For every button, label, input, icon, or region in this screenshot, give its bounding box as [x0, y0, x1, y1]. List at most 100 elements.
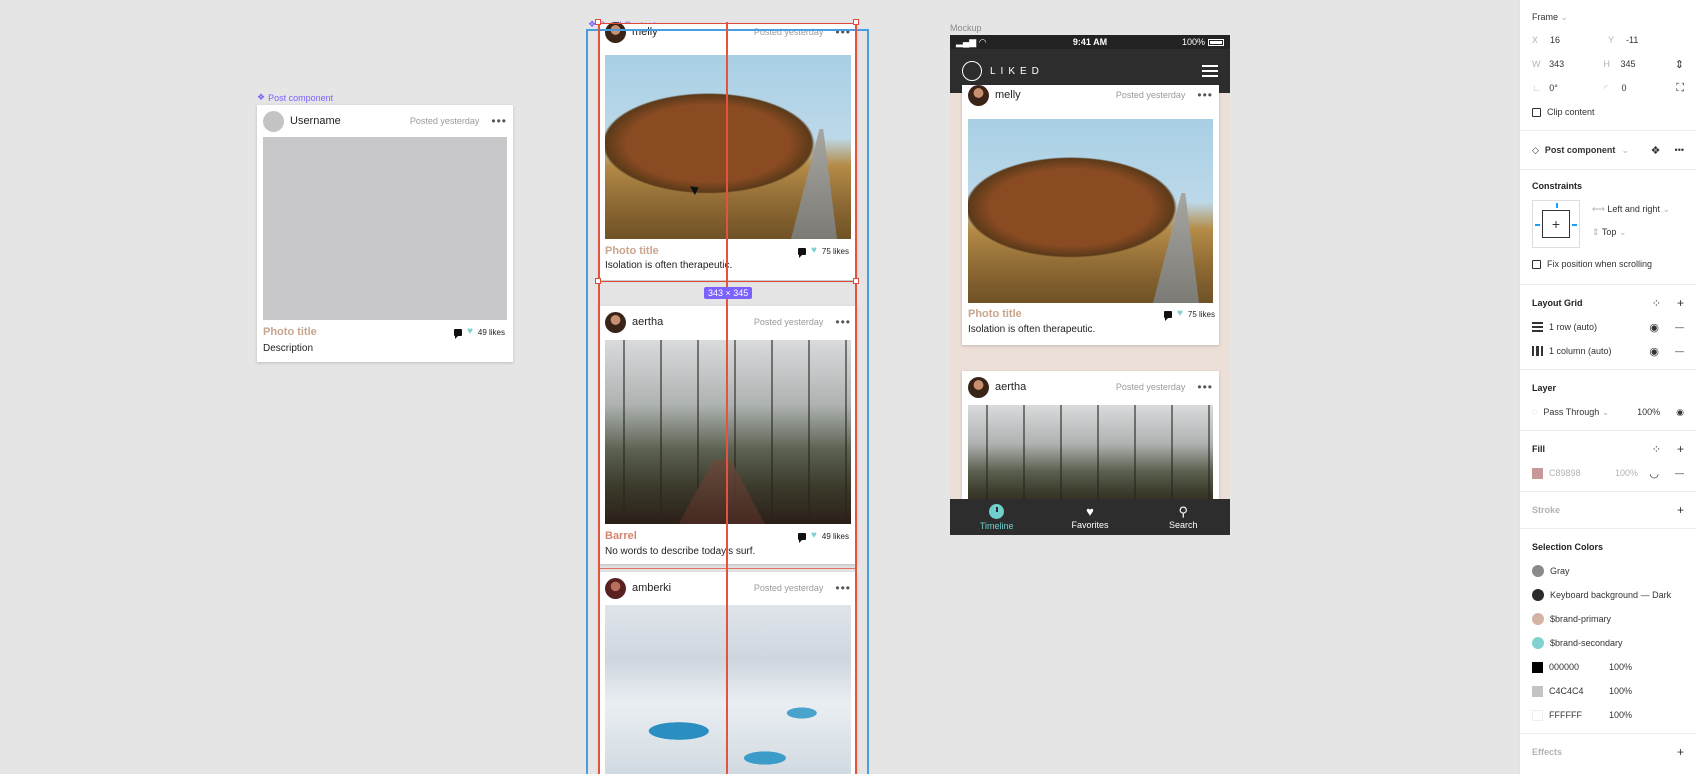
selection-color-item[interactable]: 000000 100%: [1520, 655, 1696, 679]
design-canvas[interactable]: ❖ Post component Username Posted yesterd…: [0, 0, 1519, 774]
component-name[interactable]: Post component: [1545, 145, 1616, 155]
color-swatch[interactable]: [1532, 637, 1544, 649]
layout-grid-section: Layout Grid ⁘ + 1 row (auto) ◉ — 1 colum…: [1520, 285, 1696, 370]
rows-grid-icon[interactable]: [1532, 322, 1543, 332]
menu-icon[interactable]: [1202, 65, 1218, 77]
color-swatch[interactable]: [1532, 565, 1544, 577]
tab-timeline[interactable]: Timeline: [950, 499, 1043, 535]
fill-styles-icon[interactable]: ⁘: [1652, 443, 1661, 456]
selection-color-item[interactable]: C4C4C4 100%: [1520, 679, 1696, 703]
post-component-label[interactable]: ❖ Post component: [257, 92, 333, 103]
post-meta: ♥ 49 likes: [453, 327, 505, 339]
more-icon[interactable]: •••: [1197, 89, 1213, 101]
rotation-field[interactable]: 0°: [1549, 83, 1598, 93]
comment-icon: [453, 328, 462, 339]
avatar: [968, 84, 989, 106]
status-bar: ▂▄▆ ◠ 9:41 AM 100%: [950, 35, 1230, 49]
resize-handle[interactable]: [853, 278, 859, 284]
post-component-card[interactable]: Username Posted yesterday ••• Photo titl…: [257, 105, 513, 362]
add-effect-icon[interactable]: +: [1677, 745, 1684, 759]
height-field[interactable]: 345: [1621, 59, 1669, 69]
layer-opacity-field[interactable]: 100%: [1637, 407, 1660, 417]
constraint-widget[interactable]: +: [1532, 200, 1580, 248]
more-icon[interactable]: •••: [1197, 381, 1213, 393]
fix-position-checkbox[interactable]: [1532, 259, 1541, 269]
remove-icon[interactable]: —: [1675, 346, 1684, 356]
selection-colors-section: Selection Colors Gray Keyboard backgroun…: [1520, 529, 1696, 734]
battery-icon: [1208, 38, 1224, 46]
more-options-icon[interactable]: •••: [1675, 145, 1684, 155]
photo-title: Photo title: [263, 326, 317, 338]
tab-favorites[interactable]: ♥ Favorites: [1043, 499, 1136, 535]
radius-field[interactable]: 0: [1621, 83, 1670, 93]
properties-panel: Frame ⌄ X 16 Y -11 W 343 H 345 ⇕ ∟ 0° ◜ …: [1519, 0, 1696, 774]
constrain-proportions-icon[interactable]: ⇕: [1675, 58, 1684, 71]
resize-handle[interactable]: [853, 19, 859, 25]
y-field[interactable]: -11: [1626, 35, 1678, 45]
fill-opacity-field[interactable]: 100%: [1615, 468, 1638, 478]
post-photo: [968, 119, 1213, 303]
mockup-frame[interactable]: ▂▄▆ ◠ 9:41 AM 100% LIKED melly Posted ye…: [950, 35, 1230, 535]
avatar: [968, 376, 989, 398]
eye-icon[interactable]: ◉: [1676, 407, 1684, 418]
horizontal-constraint-dropdown[interactable]: ⟷ Left and right ⌄: [1592, 204, 1670, 215]
layout-guide-row: [598, 568, 857, 569]
selection-color-item[interactable]: $brand-primary: [1520, 607, 1696, 631]
fill-swatch[interactable]: [1532, 467, 1543, 479]
add-fill-icon[interactable]: +: [1677, 442, 1684, 456]
color-swatch[interactable]: [1532, 709, 1543, 721]
posted-time: Posted yesterday: [1115, 382, 1186, 392]
posted-time: Posted yesterday: [1115, 90, 1186, 100]
heart-icon: ♥: [1086, 503, 1094, 519]
vertical-constraint-dropdown[interactable]: ⇕ Top ⌄: [1592, 227, 1670, 238]
frame-type-dropdown[interactable]: Frame ⌄: [1532, 12, 1568, 23]
grid-styles-icon[interactable]: ⁘: [1652, 297, 1661, 310]
effects-section: Effects +: [1532, 745, 1684, 759]
remove-icon[interactable]: —: [1675, 468, 1684, 478]
resize-handle[interactable]: [595, 278, 601, 284]
more-icon[interactable]: •••: [491, 115, 507, 127]
color-swatch[interactable]: [1532, 589, 1544, 601]
post-meta: ♥ 75 likes: [1163, 309, 1215, 321]
mockup-post-card[interactable]: aertha Posted yesterday •••: [962, 371, 1219, 515]
component-icon: ❖: [257, 92, 266, 102]
selection-color-item[interactable]: Keyboard background — Dark: [1520, 583, 1696, 607]
photo-title: Photo title: [968, 308, 1022, 320]
mockup-label[interactable]: Mockup: [950, 23, 982, 33]
plus-icon: +: [1542, 210, 1570, 238]
constraints-section: Constraints + ⟷ Left and right ⌄ ⇕ Top ⌄…: [1520, 170, 1696, 285]
frame-section: Frame ⌄ X 16 Y -11 W 343 H 345 ⇕ ∟ 0° ◜ …: [1520, 0, 1696, 131]
eye-icon[interactable]: ◉: [1649, 345, 1659, 358]
layout-guide-right: [855, 22, 857, 774]
blend-mode-dropdown[interactable]: Pass Through ⌄: [1543, 407, 1609, 418]
color-swatch[interactable]: [1532, 685, 1543, 697]
selection-color-item[interactable]: FFFFFF 100%: [1520, 703, 1696, 727]
resize-handle[interactable]: [595, 19, 601, 25]
image-placeholder: [263, 137, 507, 320]
stroke-section: Stroke +: [1520, 492, 1696, 529]
tab-search[interactable]: ⚲ Search: [1137, 499, 1230, 535]
go-to-main-component-icon[interactable]: ❖: [1651, 144, 1661, 157]
eye-icon[interactable]: ◉: [1649, 321, 1659, 334]
hidden-eye-icon[interactable]: ◡: [1649, 467, 1659, 480]
x-field[interactable]: 16: [1550, 35, 1602, 45]
card-header: Username Posted yesterday •••: [263, 105, 507, 137]
selection-color-item[interactable]: Gray: [1520, 559, 1696, 583]
add-grid-icon[interactable]: +: [1677, 296, 1684, 310]
color-swatch[interactable]: [1532, 661, 1543, 673]
selection-color-item[interactable]: $brand-secondary: [1520, 631, 1696, 655]
remove-icon[interactable]: —: [1675, 322, 1684, 332]
columns-grid-icon[interactable]: [1532, 346, 1543, 356]
chevron-down-icon[interactable]: ⌄: [1621, 145, 1629, 156]
clip-content-checkbox[interactable]: [1532, 107, 1541, 117]
fill-hex-field[interactable]: C89898: [1549, 468, 1609, 478]
width-field[interactable]: 343: [1549, 59, 1597, 69]
component-instance-icon: ◇: [1532, 144, 1539, 155]
selected-layer-outline[interactable]: [598, 23, 857, 282]
tab-bar: Timeline ♥ Favorites ⚲ Search: [950, 499, 1230, 535]
color-swatch[interactable]: [1532, 613, 1544, 625]
app-logo: LIKED: [990, 65, 1044, 77]
add-stroke-icon[interactable]: +: [1677, 503, 1684, 517]
independent-corners-icon[interactable]: ⛶: [1676, 82, 1684, 95]
username: aertha: [995, 381, 1027, 393]
